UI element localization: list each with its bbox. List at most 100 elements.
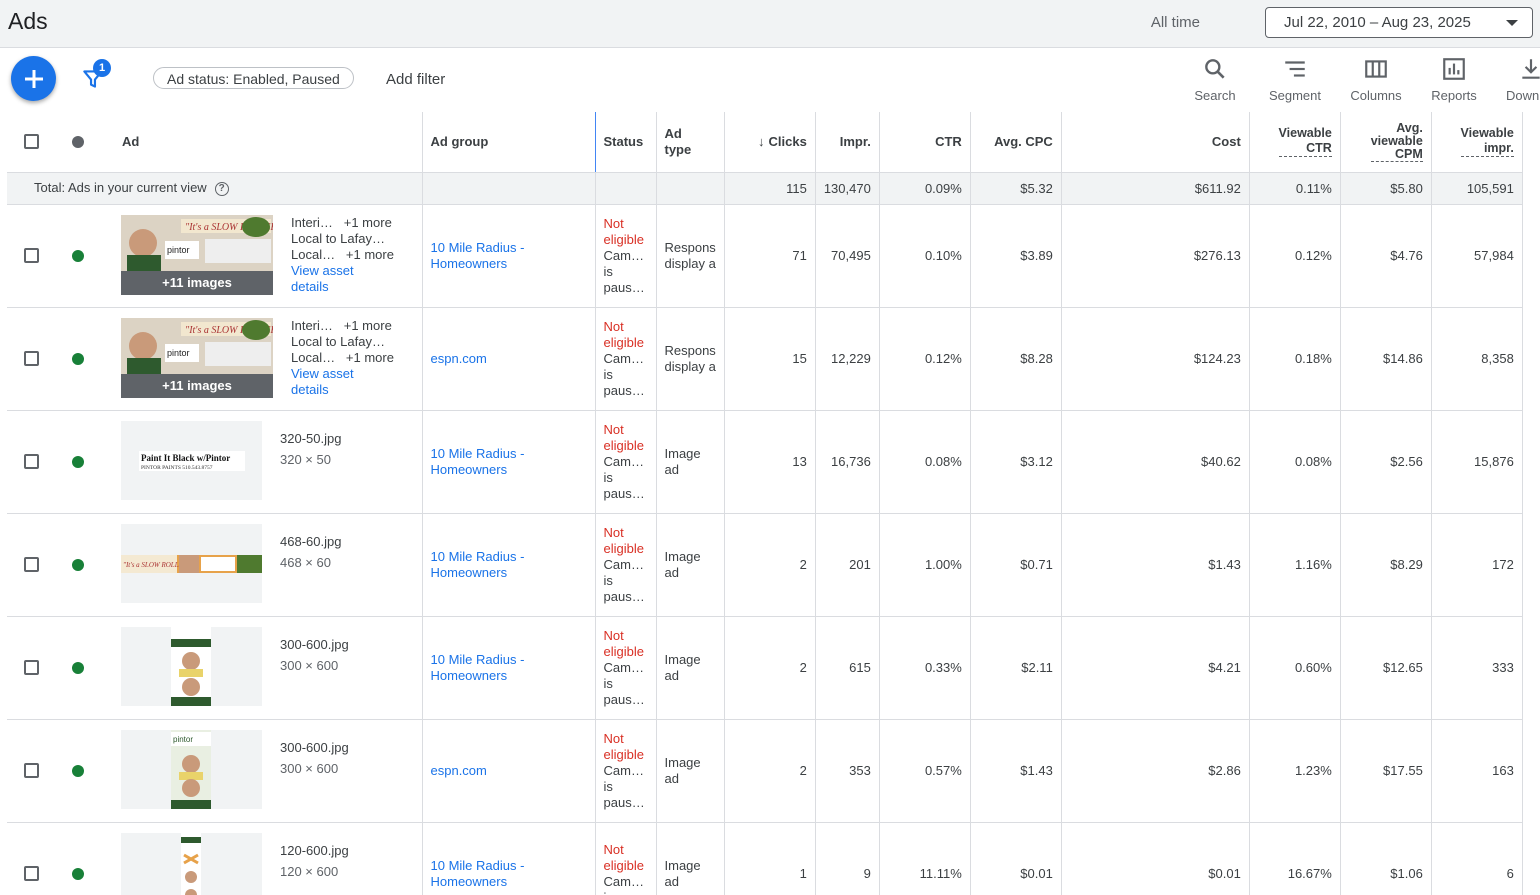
ads-table: Ad Ad group Status Ad type ↓ Clicks Impr. … bbox=[7, 112, 1523, 895]
search-button[interactable]: Search bbox=[1175, 56, 1255, 103]
viewable-ctr-cell: 0.18% bbox=[1249, 307, 1341, 411]
row-select-cell bbox=[7, 410, 57, 514]
ctr-cell: 11.11% bbox=[879, 822, 971, 895]
status-cell[interactable]: Not eligible Cam… is paus… bbox=[595, 719, 657, 823]
row-checkbox[interactable] bbox=[24, 557, 39, 572]
table-row[interactable]: 120-600.jpg 120 × 600 10 Mile Radius - Home… bbox=[7, 822, 1523, 895]
columns-button[interactable]: Columns bbox=[1336, 56, 1416, 103]
ad-type-cell: Image ad bbox=[656, 513, 725, 617]
ad-cell: Paint It Black w/Pintor PINTOR PAINTS 510… bbox=[114, 410, 423, 514]
table-row[interactable]: "It's a SLOW ROLLER!"pintor+11 imagesInt… bbox=[7, 307, 1523, 411]
enabled-status-icon[interactable] bbox=[72, 558, 84, 571]
status-cell[interactable]: Not eligible Cam… is paus… bbox=[595, 513, 657, 617]
row-checkbox[interactable] bbox=[24, 454, 39, 469]
headline-line-2: Local to Lafay… bbox=[291, 230, 385, 246]
ad-file-name: 300-600.jpg bbox=[280, 636, 349, 652]
enabled-status-icon[interactable] bbox=[72, 867, 84, 880]
status-cell[interactable]: Not eligible Cam… is paus… bbox=[595, 410, 657, 514]
enabled-status-icon[interactable] bbox=[72, 455, 84, 468]
view-asset-details-link[interactable]: View asset details bbox=[291, 366, 411, 398]
enabled-status-icon[interactable] bbox=[72, 352, 84, 365]
add-filter-button[interactable]: Add filter bbox=[386, 71, 445, 88]
select-all-header bbox=[7, 112, 57, 173]
date-range-picker[interactable]: Jul 22, 2010 – Aug 23, 2025 bbox=[1265, 7, 1533, 38]
create-ad-button[interactable] bbox=[11, 56, 56, 101]
avg-viewable-cpm-cell: $1.06 bbox=[1340, 822, 1432, 895]
total-avg-cpc: $5.32 bbox=[970, 171, 1062, 205]
ad-thumbnail[interactable] bbox=[121, 832, 262, 895]
ad-thumbnail[interactable]: Paint It Black w/Pintor PINTOR PAINTS 510… bbox=[121, 420, 262, 500]
ad-thumbnail[interactable]: pintor bbox=[121, 729, 262, 809]
col-cost[interactable]: Cost bbox=[1061, 112, 1250, 173]
table-row[interactable]: Paint It Black w/Pintor PINTOR PAINTS 510… bbox=[7, 410, 1523, 514]
ad-group-link[interactable]: 10 Mile Radius - Homeowners bbox=[431, 240, 587, 272]
row-checkbox[interactable] bbox=[24, 866, 39, 881]
status-cell[interactable]: NoteligibleCam…is bbox=[595, 822, 657, 895]
ctr-cell: 0.10% bbox=[879, 204, 971, 308]
enabled-status-icon[interactable] bbox=[72, 661, 84, 674]
status-cell[interactable]: Not eligible Cam… is paus… bbox=[595, 616, 657, 720]
table-row[interactable]: pintor 300-600.jpg 300 × 600 espn.com Not eli… bbox=[7, 719, 1523, 823]
image-count-overlay: +11 images bbox=[121, 373, 273, 398]
ad-group-link[interactable]: espn.com bbox=[431, 351, 587, 367]
col-viewable-impr-line2: impr. bbox=[1483, 141, 1514, 156]
avg-cpc-cell: $0.71 bbox=[970, 513, 1062, 617]
table-row[interactable]: 300-600.jpg 300 × 600 10 Mile Radius - Home… bbox=[7, 616, 1523, 720]
enabled-status-icon[interactable] bbox=[72, 249, 84, 262]
headline-line-1: Interi… +1 more bbox=[291, 214, 392, 230]
row-checkbox[interactable] bbox=[24, 660, 39, 675]
ad-group-link[interactable]: 10 Mile Radius - Homeowners bbox=[431, 652, 587, 684]
table-row[interactable]: "It's a SLOW ROLLER!"pintor+11 images Int… bbox=[7, 204, 1523, 308]
ad-file-name: 300-600.jpg bbox=[280, 739, 349, 755]
ad-group-cell: 10 Mile Radius - Homeowners bbox=[422, 513, 596, 617]
status-cell[interactable]: Not eligible Cam… is paus… bbox=[595, 307, 657, 411]
segment-button[interactable]: Segment bbox=[1255, 56, 1335, 103]
ad-group-link[interactable]: 10 Mile Radius - Homeowners bbox=[431, 549, 587, 581]
reports-button[interactable]: Reports bbox=[1414, 56, 1494, 103]
col-status[interactable]: Status bbox=[594, 112, 657, 173]
ad-cell: 120-600.jpg 120 × 600 bbox=[114, 822, 423, 895]
row-status-dot-cell bbox=[57, 616, 114, 720]
ctr-cell: 0.12% bbox=[879, 307, 971, 411]
row-checkbox[interactable] bbox=[24, 248, 39, 263]
row-select-cell bbox=[7, 719, 57, 823]
col-viewable-ctr[interactable]: Viewable CTR bbox=[1249, 112, 1341, 173]
row-status-dot-cell bbox=[57, 410, 114, 514]
impr-cell: 201 bbox=[815, 513, 880, 617]
ad-group-link[interactable]: espn.com bbox=[431, 763, 587, 779]
download-button[interactable]: Down bbox=[1500, 56, 1540, 103]
view-asset-details-link[interactable]: View asset details bbox=[291, 263, 411, 295]
ad-group-link[interactable]: 10 Mile Radius - Homeowners bbox=[431, 446, 587, 478]
ad-status-filter-chip[interactable]: Ad status: Enabled, Paused bbox=[153, 67, 354, 89]
col-avg-cpc[interactable]: Avg. CPC bbox=[970, 112, 1062, 173]
table-row[interactable]: "It's a SLOW ROLLER!" 468-60.jpg 468 × 60 1… bbox=[7, 513, 1523, 617]
col-ad[interactable]: Ad bbox=[114, 112, 423, 173]
col-ctr[interactable]: CTR bbox=[879, 112, 971, 173]
ad-thumbnail[interactable]: "It's a SLOW ROLLER!" bbox=[121, 523, 262, 603]
ad-group-link[interactable]: 10 Mile Radius - Homeowners bbox=[431, 858, 587, 890]
col-impr[interactable]: Impr. bbox=[815, 112, 880, 173]
row-checkbox[interactable] bbox=[24, 351, 39, 366]
avg-cpc-cell: $1.43 bbox=[970, 719, 1062, 823]
ad-group-cell: 10 Mile Radius - Homeowners bbox=[422, 204, 596, 308]
cost-cell: $4.21 bbox=[1061, 616, 1250, 720]
ad-thumbnail[interactable]: "It's a SLOW ROLLER!"pintor+11 images bbox=[121, 317, 273, 398]
help-icon[interactable]: ? bbox=[214, 182, 229, 196]
status-dot-header bbox=[57, 112, 114, 173]
status-cell[interactable]: Not eligible Cam… is paus… bbox=[595, 204, 657, 308]
col-viewable-impr[interactable]: Viewable impr. bbox=[1431, 112, 1523, 173]
total-clicks: 115 bbox=[724, 171, 816, 205]
cost-cell: $124.23 bbox=[1061, 307, 1250, 411]
select-all-checkbox[interactable] bbox=[24, 134, 39, 150]
ad-dimensions: 468 × 60 bbox=[280, 554, 331, 570]
row-checkbox[interactable] bbox=[24, 763, 39, 778]
col-avg-viewable-cpm[interactable]: Avg. viewable CPM bbox=[1340, 112, 1432, 173]
col-avg-viewable-cpm-line1: Avg. bbox=[1396, 120, 1423, 135]
enabled-status-icon[interactable] bbox=[72, 764, 84, 777]
download-label: Down bbox=[1506, 88, 1540, 103]
col-ad-type[interactable]: Ad type bbox=[656, 112, 725, 173]
col-ad-group[interactable]: Ad group bbox=[421, 112, 595, 173]
ad-thumbnail[interactable] bbox=[121, 626, 262, 706]
ad-thumbnail[interactable]: "It's a SLOW ROLLER!"pintor+11 images bbox=[121, 214, 273, 295]
col-clicks[interactable]: ↓ Clicks bbox=[724, 112, 816, 173]
